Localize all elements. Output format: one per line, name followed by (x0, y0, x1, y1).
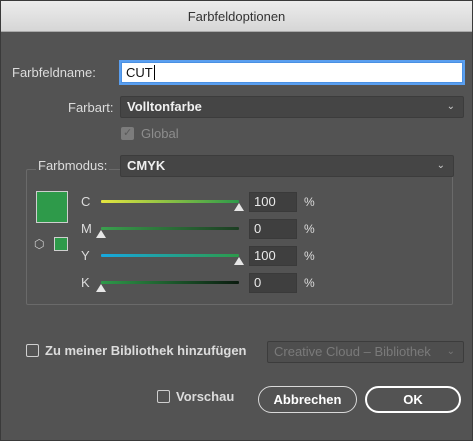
add-to-library-checkbox[interactable] (26, 344, 39, 357)
slider-track-y[interactable] (101, 254, 239, 257)
percent-label: % (304, 276, 315, 290)
library-select-value: Creative Cloud – Bibliothek (274, 344, 431, 359)
slider-thumb-y[interactable] (234, 257, 244, 265)
slider-track-m[interactable] (101, 227, 239, 230)
global-checkbox[interactable] (121, 126, 134, 140)
color-mode-label: Farbmodus: (36, 158, 110, 173)
channel-label-m: M (81, 221, 92, 236)
percent-label: % (304, 222, 315, 236)
channel-label-k: K (81, 275, 90, 290)
swatch-preview (36, 191, 68, 223)
color-mode-value: CMYK (127, 158, 166, 173)
add-to-library-label: Zu meiner Bibliothek hinzufügen (45, 343, 247, 358)
swatch-name-label: Farbfeldname: (12, 65, 96, 80)
preview-label: Vorschau (176, 389, 235, 404)
value-field-y[interactable]: 100 (249, 246, 297, 266)
cube-icon: ⬡ (34, 237, 45, 251)
percent-label: % (304, 195, 315, 209)
value-field-c[interactable]: 100 (249, 192, 297, 212)
swatch-name-value: CUT (126, 65, 153, 80)
chevron-down-icon: ⌄ (446, 346, 455, 357)
dialog-title: Farbfeldoptionen (1, 1, 472, 32)
slider-thumb-k[interactable] (96, 284, 106, 292)
color-mode-select[interactable]: CMYK ⌄ (120, 155, 454, 177)
color-group-box (26, 169, 453, 305)
color-type-select[interactable]: Volltonfarbe ⌄ (120, 96, 464, 118)
library-select[interactable]: Creative Cloud – Bibliothek ⌄ (267, 341, 464, 363)
percent-label: % (304, 249, 315, 263)
chevron-down-icon: ⌄ (446, 101, 455, 112)
slider-track-k[interactable] (101, 281, 239, 284)
channel-label-y: Y (81, 248, 90, 263)
channel-label-c: C (81, 194, 91, 209)
text-cursor (153, 65, 155, 80)
ok-button[interactable]: OK (365, 386, 461, 413)
preview-checkbox[interactable] (157, 390, 170, 403)
slider-thumb-c[interactable] (234, 203, 244, 211)
color-type-value: Volltonfarbe (127, 99, 202, 114)
value-field-m[interactable]: 0 (249, 219, 297, 239)
slider-track-c[interactable] (101, 200, 239, 203)
slider-thumb-m[interactable] (96, 230, 106, 238)
cancel-button[interactable]: Abbrechen (258, 386, 357, 413)
chevron-down-icon: ⌄ (436, 160, 445, 171)
color-type-label: Farbart: (68, 100, 114, 115)
swatch-name-input[interactable]: CUT (121, 62, 463, 83)
gamut-swatch[interactable] (54, 237, 68, 251)
value-field-k[interactable]: 0 (249, 273, 297, 293)
swatch-options-dialog: Farbfeldoptionen Farbfeldname: CUT Farba… (0, 0, 473, 441)
global-label: Global (141, 126, 179, 141)
